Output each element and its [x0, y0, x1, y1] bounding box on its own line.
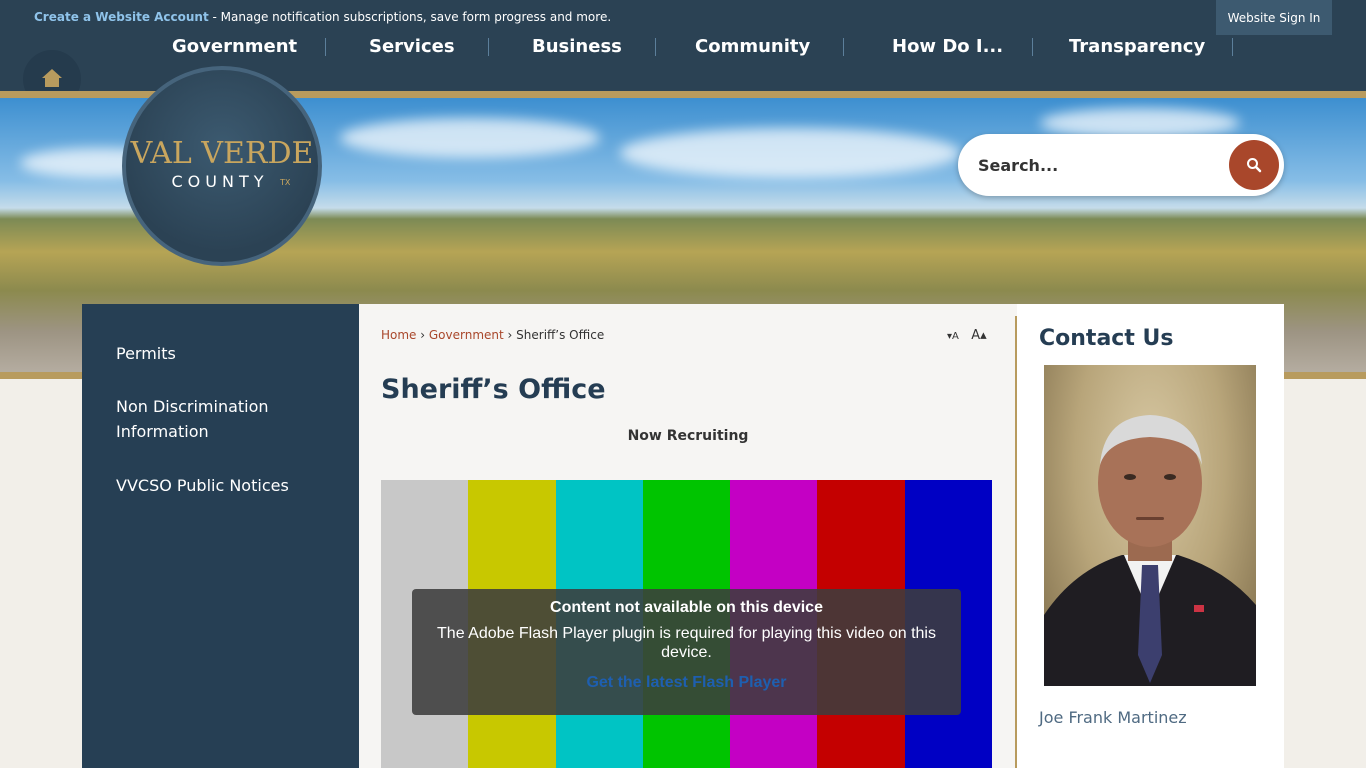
- breadcrumb-current: Sheriff’s Office: [516, 328, 605, 342]
- nav-separator: [843, 38, 844, 56]
- create-account-link[interactable]: Create a Website Account: [34, 10, 209, 24]
- banner-cloud: [620, 128, 960, 178]
- notification-text: - Manage notification subscriptions, sav…: [208, 10, 612, 24]
- sidebar-item-permits[interactable]: Permits: [116, 341, 346, 366]
- logo-text-county: COUNTY: [171, 172, 269, 191]
- nav-community[interactable]: Community: [695, 36, 810, 57]
- nav-separator: [1232, 38, 1233, 56]
- portrait-illustration: [1044, 415, 1256, 686]
- overlay-text: The Adobe Flash Player plugin is require…: [437, 625, 936, 661]
- logo-text-val-verde: VAL VERDE: [130, 136, 314, 171]
- nav-separator: [488, 38, 489, 56]
- breadcrumb-home[interactable]: Home: [381, 328, 416, 342]
- breadcrumb: Home › Government › Sheriff’s Office: [381, 328, 604, 342]
- overlay-title: Content not available on this device: [550, 599, 823, 616]
- search-box: [958, 134, 1284, 196]
- search-icon: [1247, 158, 1262, 173]
- website-sign-in-button[interactable]: Website Sign In: [1216, 0, 1332, 35]
- contact-name[interactable]: Joe Frank Martinez: [1039, 708, 1187, 727]
- home-icon: [42, 69, 62, 87]
- contact-us-heading: Contact Us: [1039, 326, 1174, 351]
- get-flash-player-link[interactable]: Get the latest Flash Player: [412, 674, 961, 692]
- search-input[interactable]: [978, 153, 1218, 177]
- sheriff-photo: [1044, 365, 1256, 686]
- increase-text-button[interactable]: A▴: [971, 328, 986, 343]
- nav-business[interactable]: Business: [532, 36, 622, 57]
- nav-separator: [325, 38, 326, 56]
- county-logo[interactable]: VAL VERDE COUNTY TX: [122, 66, 322, 266]
- now-recruiting-heading: Now Recruiting: [627, 428, 749, 444]
- decrease-text-button[interactable]: ▾A: [947, 331, 959, 342]
- breadcrumb-government[interactable]: Government: [429, 328, 504, 342]
- video-player[interactable]: Content not available on this device The…: [381, 480, 992, 768]
- nav-separator: [1032, 38, 1033, 56]
- left-sidebar: Permits Non Discrimination Information V…: [82, 304, 359, 768]
- search-button[interactable]: [1229, 140, 1279, 190]
- breadcrumb-separator: ›: [503, 328, 517, 342]
- text-resize: ▾A A▴: [947, 328, 987, 343]
- logo-text-state: TX: [280, 178, 291, 187]
- nav-services[interactable]: Services: [369, 36, 455, 57]
- nav-transparency[interactable]: Transparency: [1069, 36, 1205, 57]
- banner-cloud: [340, 118, 600, 158]
- nav-separator: [655, 38, 656, 56]
- flash-unavailable-overlay: Content not available on this device The…: [412, 589, 961, 715]
- page-title: Sheriff’s Office: [381, 374, 606, 405]
- nav-government[interactable]: Government: [172, 36, 297, 57]
- notification-message: Create a Website Account - Manage notifi…: [34, 10, 611, 24]
- breadcrumb-separator: ›: [416, 328, 429, 342]
- main-content: Home › Government › Sheriff’s Office ▾A …: [359, 304, 1017, 768]
- contact-panel: Contact Us Joe Frank Martinez: [1017, 304, 1284, 768]
- sidebar-item-public-notices[interactable]: VVCSO Public Notices: [116, 473, 346, 498]
- notification-bar: Create a Website Account - Manage notifi…: [0, 0, 1366, 36]
- sidebar-item-non-discrimination[interactable]: Non Discrimination Information: [116, 394, 346, 444]
- nav-how-do-i[interactable]: How Do I...: [892, 36, 1003, 57]
